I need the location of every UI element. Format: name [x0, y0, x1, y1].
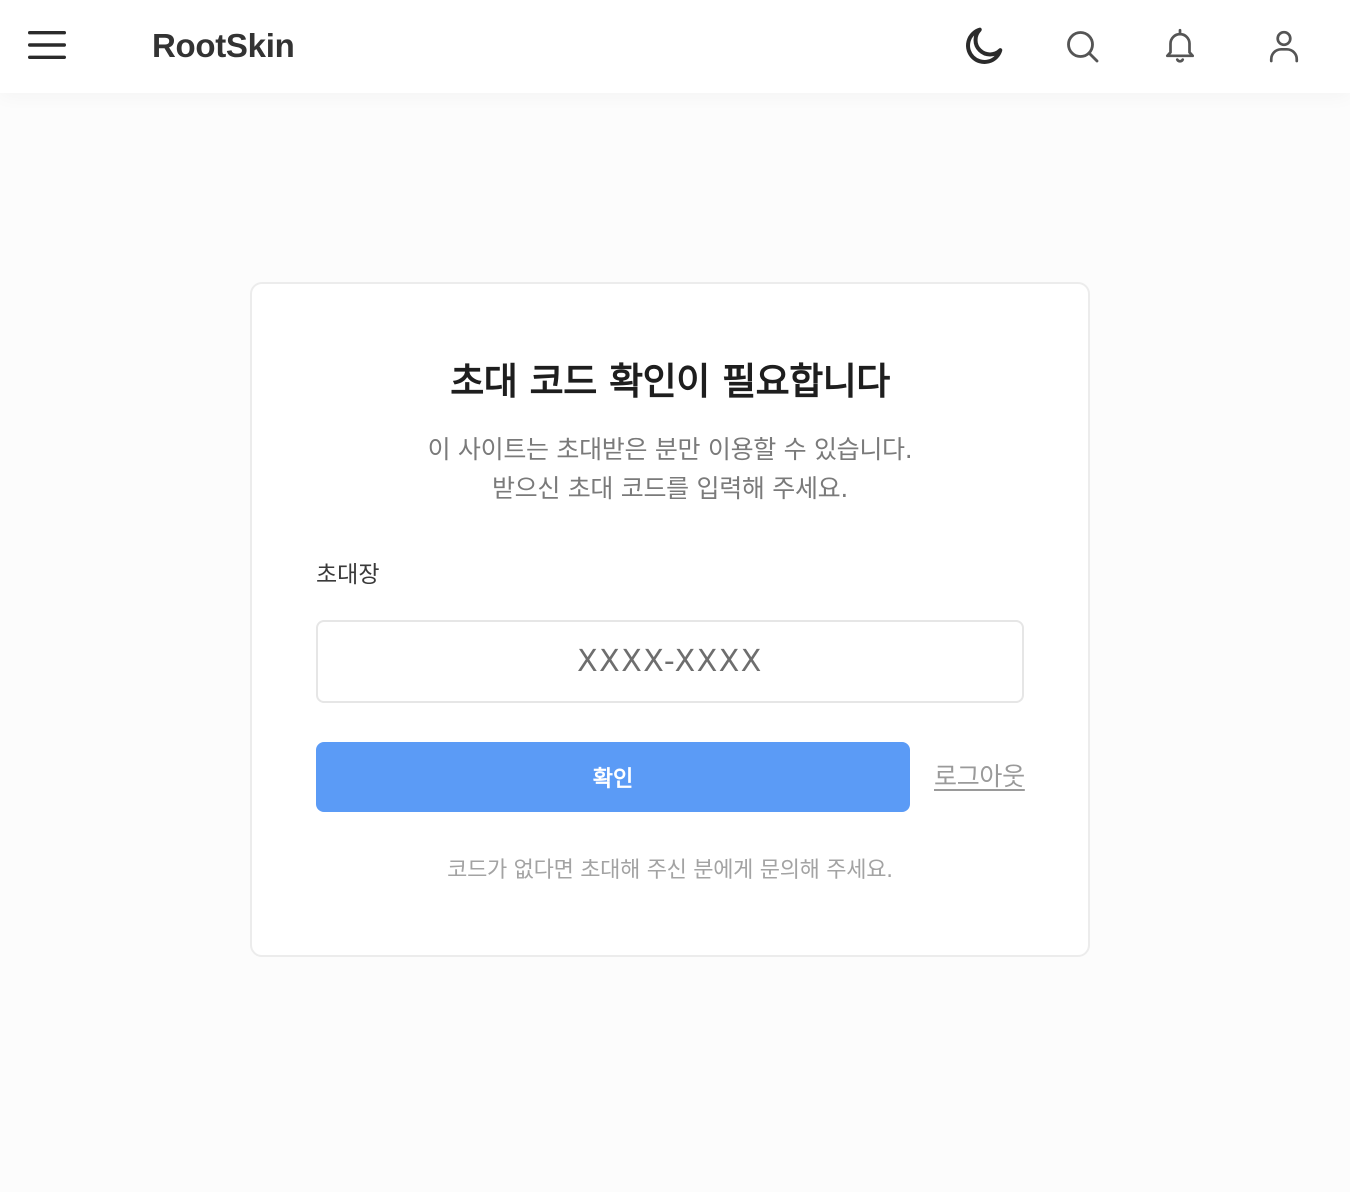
- help-note: 코드가 없다면 초대해 주신 분에게 문의해 주세요.: [447, 858, 893, 883]
- invite-code-card: 초대 코드 확인이 필요합니다 이 사이트는 초대받은 분만 이용할 수 있습니…: [250, 282, 1090, 957]
- invite-code-label: 초대장: [316, 562, 380, 588]
- top-navigation-bar: RootSkin: [0, 0, 1350, 93]
- invite-description: 이 사이트는 초대받은 분만 이용할 수 있습니다. 받으신 초대 코드를 입력…: [252, 430, 1088, 508]
- bell-icon: [1165, 28, 1195, 63]
- description-line-1: 이 사이트는 초대받은 분만 이용할 수 있습니다.: [427, 435, 913, 464]
- theme-toggle-button[interactable]: [958, 20, 1010, 72]
- confirm-button[interactable]: 확인: [316, 742, 910, 812]
- hamburger-menu-icon: [28, 31, 66, 59]
- user-icon: [1269, 30, 1299, 63]
- page-title: 초대 코드 확인이 필요합니다: [450, 360, 890, 403]
- site-logo[interactable]: RootSkin: [152, 26, 295, 66]
- invite-code-input[interactable]: [316, 620, 1024, 703]
- account-button[interactable]: [1258, 20, 1310, 72]
- notifications-button[interactable]: [1154, 20, 1206, 72]
- hamburger-menu-button[interactable]: [24, 24, 70, 66]
- description-line-2: 받으신 초대 코드를 입력해 주세요.: [491, 474, 849, 503]
- search-icon: [1067, 31, 1099, 63]
- search-button[interactable]: [1056, 20, 1108, 72]
- logout-link[interactable]: 로그아웃: [934, 760, 1025, 794]
- moon-icon: [966, 27, 1003, 64]
